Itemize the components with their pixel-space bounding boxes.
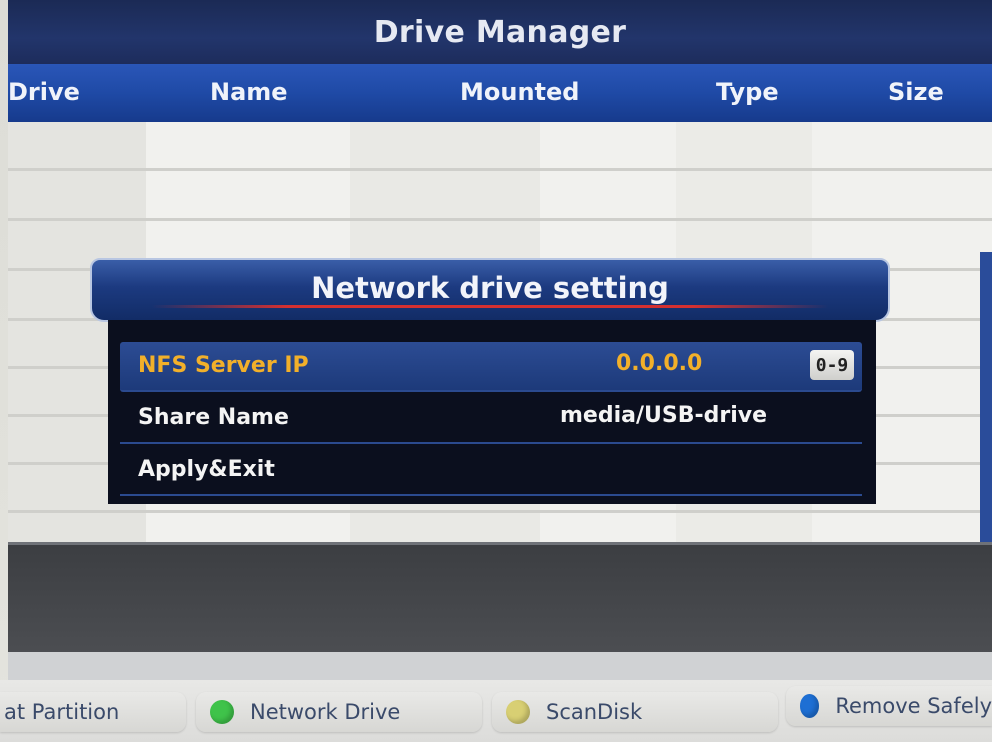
table-header: Drive Name Mounted Type Size <box>8 64 992 124</box>
column-header-mounted: Mounted <box>460 78 580 106</box>
format-partition-button[interactable]: at Partition <box>0 692 186 732</box>
table-row-divider <box>8 168 992 171</box>
numeric-input-hint-badge: 0-9 <box>810 350 854 380</box>
apply-exit-button[interactable]: Apply&Exit <box>120 446 862 496</box>
drive-manager-screen: Drive Manager Drive Name Mounted Type Si… <box>0 0 992 742</box>
page-title: Drive Manager <box>373 14 627 50</box>
dialog-body: NFS Server IP 0.0.0.0 0-9 Share Name med… <box>108 320 876 504</box>
network-drive-label: Network Drive <box>250 700 401 724</box>
blue-key-icon <box>800 694 820 718</box>
remove-safely-button[interactable]: Remove Safely <box>786 686 992 726</box>
scandisk-button[interactable]: ScanDisk <box>492 692 778 732</box>
column-header-drive: Drive <box>8 78 80 106</box>
footer-bar: at Partition Network Drive ScanDisk Remo… <box>0 680 992 742</box>
format-partition-label: at Partition <box>4 700 120 724</box>
nfs-server-ip-label: NFS Server IP <box>138 353 309 378</box>
title-bar: Drive Manager <box>8 0 992 64</box>
share-name-value[interactable]: media/USB-drive <box>560 403 767 428</box>
info-panel-strip <box>8 652 992 680</box>
dialog-header: Network drive setting <box>90 258 890 322</box>
network-drive-dialog: Network drive setting NFS Server IP 0.0.… <box>90 258 890 504</box>
nfs-server-ip-field[interactable]: NFS Server IP 0.0.0.0 0-9 <box>120 342 862 392</box>
apply-exit-label: Apply&Exit <box>138 457 275 482</box>
table-row-divider <box>8 510 992 513</box>
share-name-field[interactable]: Share Name media/USB-drive <box>120 394 862 444</box>
scandisk-label: ScanDisk <box>546 700 643 724</box>
column-header-name: Name <box>210 78 288 106</box>
column-header-type: Type <box>716 78 779 106</box>
share-name-label: Share Name <box>138 405 289 430</box>
dialog-title-underline <box>152 305 828 308</box>
column-header-size: Size <box>888 78 944 106</box>
green-key-icon <box>210 700 234 724</box>
table-row-divider <box>8 218 992 221</box>
yellow-key-icon <box>506 700 530 724</box>
dialog-title: Network drive setting <box>311 271 669 305</box>
nfs-server-ip-value[interactable]: 0.0.0.0 <box>616 351 702 376</box>
remove-safely-label: Remove Safely <box>835 694 992 718</box>
network-drive-button[interactable]: Network Drive <box>196 692 482 732</box>
info-panel <box>8 542 992 655</box>
